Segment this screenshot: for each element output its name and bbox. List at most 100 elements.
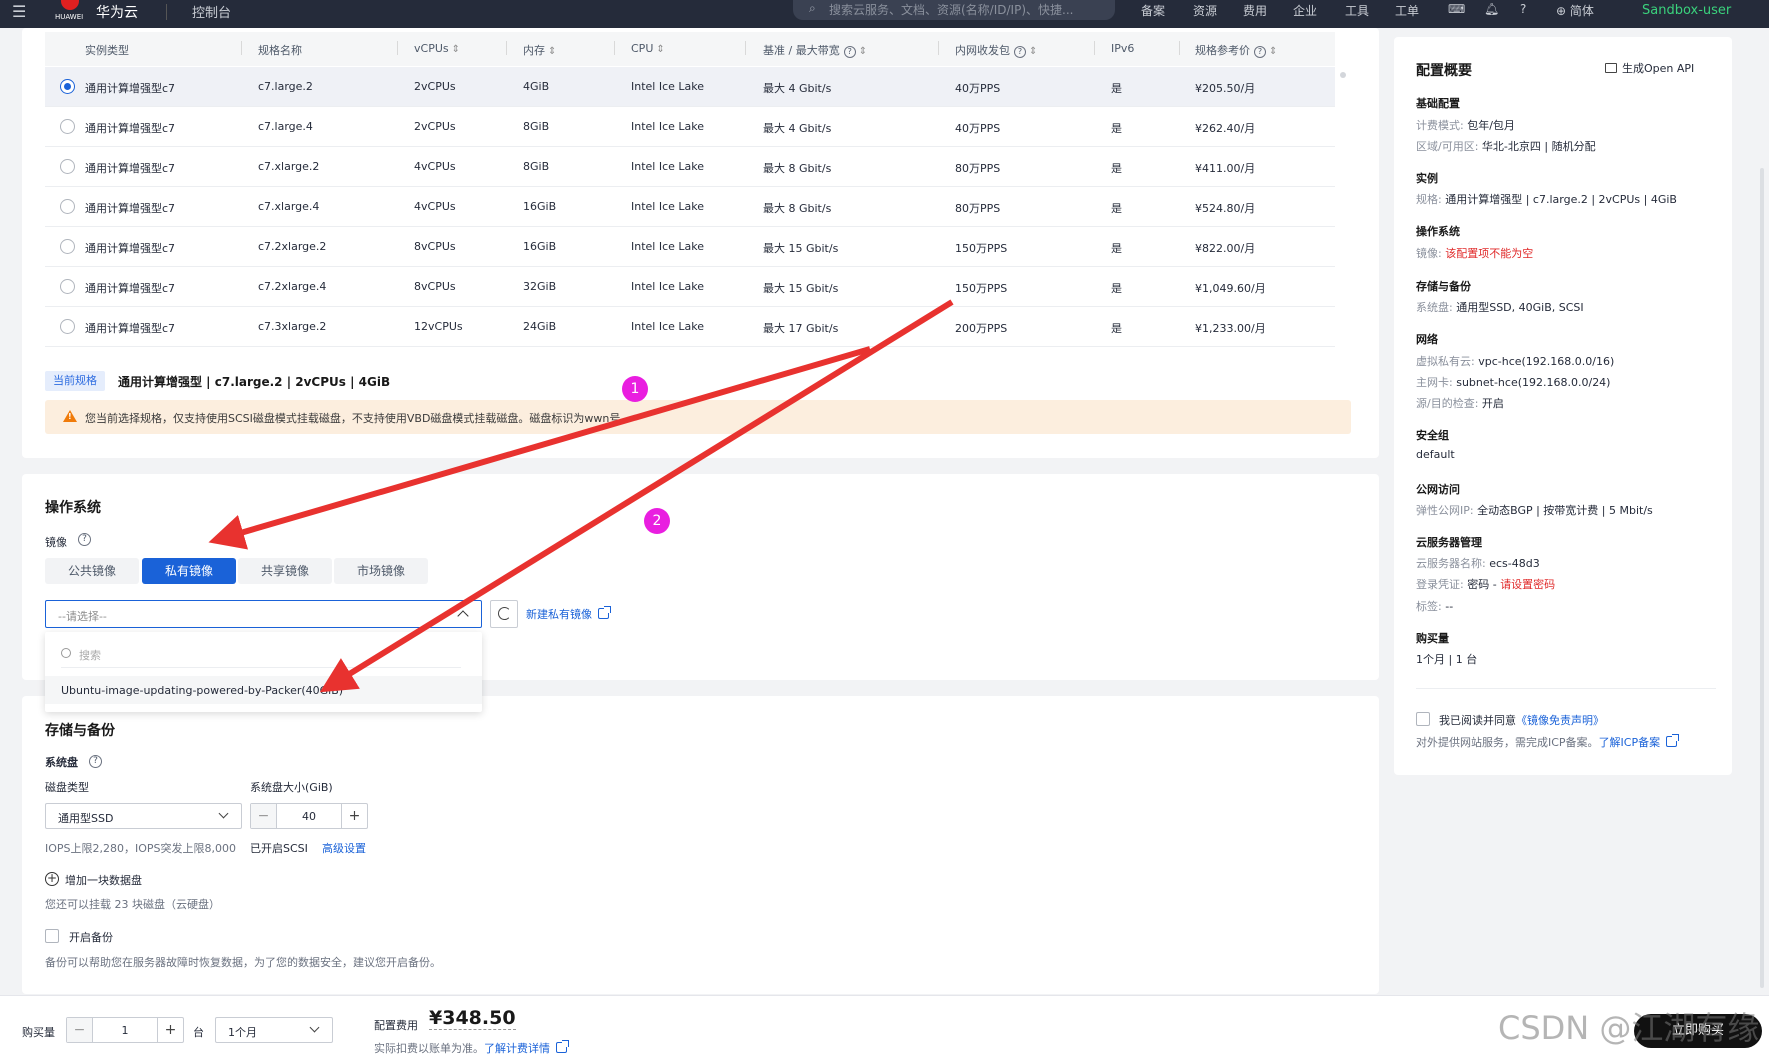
summary-login: 登录凭证: 密码 - 请设置密码 (1416, 578, 1556, 591)
disclaimer-link[interactable]: 《镜像免责声明》 (1516, 714, 1604, 727)
row-radio[interactable] (60, 119, 75, 134)
th-cpu[interactable]: CPU ⇕ (631, 42, 665, 55)
cell-cpu: Intel Ice Lake (631, 320, 705, 333)
agree-checkbox[interactable] (1416, 712, 1430, 726)
billing-details-link[interactable]: 了解计费详情 (484, 1042, 550, 1055)
storage-section-title: 存储与备份 (45, 723, 115, 739)
nav-tickets[interactable]: 工单 (1395, 2, 1419, 19)
nav-beian[interactable]: 备案 (1141, 2, 1165, 19)
th-vcpus[interactable]: vCPUs ⇕ (414, 42, 460, 55)
menu-icon[interactable]: ☰ (12, 2, 26, 21)
current-spec-tag: 当前规格 (45, 371, 105, 391)
bell-icon[interactable]: 🔔︎ (1484, 2, 1499, 16)
cell-mem: 8GiB (523, 120, 550, 133)
row-radio[interactable] (60, 239, 75, 254)
mount-hint: 您还可以挂载 23 块磁盘（云硬盘） (45, 898, 220, 911)
sort-icon: ⇕ (548, 46, 557, 57)
disk-size-label: 系统盘大小(GiB) (250, 781, 333, 794)
image-option[interactable]: Ubuntu-image-updating-powered-by-Packer(… (45, 676, 482, 704)
tab-shared-image[interactable]: 共享镜像 (238, 558, 332, 584)
add-circle-icon[interactable]: + (45, 872, 59, 886)
table-row[interactable]: 通用计算增强型c7 c7.2xlarge.2 8vCPUs 16GiB Intel Ic… (45, 227, 1335, 267)
page-scrollbar[interactable] (1760, 168, 1764, 988)
divider (1416, 688, 1716, 689)
row-radio[interactable] (60, 279, 75, 294)
huawei-logo[interactable]: HUAWEI (52, 0, 88, 28)
cell-bw: 最大 4 Gbit/s (763, 122, 832, 135)
language-switch[interactable]: ⊕ 简体 (1556, 2, 1594, 19)
warning-icon: ! (63, 410, 77, 422)
help-icon[interactable]: ? (89, 755, 102, 768)
summary-spec: 规格: 通用计算增强型 | c7.large.2 | 2vCPUs | 4GiB (1416, 193, 1677, 206)
cell-bw: 最大 8 Gbit/s (763, 202, 832, 215)
advanced-settings-link[interactable]: 高级设置 (322, 840, 366, 856)
table-row[interactable]: 通用计算增强型c7 c7.2xlarge.4 8vCPUs 32GiB Intel Ic… (45, 267, 1335, 307)
current-spec-value: 通用计算增强型 | c7.large.2 | 2vCPUs | 4GiB (118, 375, 391, 389)
table-scrollbar[interactable] (1340, 72, 1346, 78)
increment-button[interactable]: + (341, 804, 367, 828)
th-type: 实例类型 (85, 44, 129, 57)
price-value[interactable]: ¥348.50 (429, 1007, 516, 1030)
refresh-button[interactable] (490, 600, 518, 628)
backup-hint: 备份可以帮助您在服务器故障时恢复数据，为了您的数据安全，建议您开启备份。 (45, 956, 441, 969)
th-price[interactable]: 规格参考价? ⇕ (1195, 42, 1277, 58)
cell-pps: 80万PPS (955, 162, 1001, 175)
cell-name: c7.large.4 (258, 120, 313, 133)
cell-mem: 16GiB (523, 240, 557, 253)
row-radio[interactable] (60, 79, 75, 94)
user-name[interactable]: Sandbox-user (1642, 3, 1731, 18)
table-row[interactable]: 通用计算增强型c7 c7.xlarge.4 4vCPUs 16GiB Intel Ice… (45, 187, 1335, 227)
cell-vcpus: 4vCPUs (414, 200, 456, 213)
tab-public-image[interactable]: 公共镜像 (45, 558, 139, 584)
dropdown-search-input[interactable]: 搜索 (61, 642, 461, 668)
cell-pps: 200万PPS (955, 322, 1008, 335)
cell-pps: 40万PPS (955, 122, 1001, 135)
cell-price: ¥1,049.60/月 (1195, 282, 1266, 295)
help-icon[interactable]: ? (78, 533, 91, 546)
th-pps[interactable]: 内网收发包? ⇕ (955, 42, 1037, 58)
table-row[interactable]: 通用计算增强型c7 c7.large.4 2vCPUs 8GiB Intel Ice L… (45, 107, 1335, 147)
quantity-stepper[interactable]: − 1 + (66, 1017, 184, 1043)
sort-icon: ⇕ (451, 44, 460, 55)
row-radio[interactable] (60, 319, 75, 334)
increment-button[interactable]: + (157, 1018, 183, 1042)
new-private-image-link[interactable]: 新建私有镜像 (526, 606, 611, 622)
help-icon: ? (1014, 46, 1026, 58)
console-link[interactable]: 控制台 (192, 2, 231, 21)
help-icon[interactable]: ? (1520, 2, 1526, 16)
set-password-link[interactable]: 请设置密码 (1500, 578, 1555, 591)
disk-size-stepper[interactable]: − 40 + (250, 803, 368, 829)
table-row[interactable]: 通用计算增强型c7 c7.xlarge.2 4vCPUs 8GiB Intel Ice … (45, 147, 1335, 187)
table-row[interactable]: 通用计算增强型c7 c7.3xlarge.2 12vCPUs 24GiB Intel I… (45, 307, 1335, 347)
backup-label: 开启备份 (69, 931, 113, 944)
brand-name[interactable]: 华为云 (96, 2, 138, 22)
global-search-input[interactable]: ⌕ 搜索云服务、文档、资源(名称/ID/IP)、快捷... (793, 0, 1115, 20)
tab-private-image[interactable]: 私有镜像 (142, 558, 236, 584)
th-mem[interactable]: 内存 ⇕ (523, 42, 556, 58)
disk-type-select[interactable]: 通用型SSD (45, 803, 242, 829)
cell-price: ¥524.80/月 (1195, 202, 1256, 215)
open-api-button[interactable]: 生成Open API (1605, 60, 1694, 76)
nav-tools[interactable]: 工具 (1345, 2, 1369, 19)
summary-vpc: 虚拟私有云: vpc-hce(192.168.0.0/16) (1416, 355, 1615, 368)
row-radio[interactable] (60, 159, 75, 174)
backup-checkbox[interactable] (45, 929, 59, 943)
image-select[interactable]: --请选择-- (45, 600, 482, 628)
nav-billing[interactable]: 费用 (1243, 2, 1267, 19)
spec-table-header: 实例类型 规格名称 vCPUs ⇕ 内存 ⇕ CPU ⇕ 基准 / 最大带宽? ⇕ 内网… (45, 32, 1335, 66)
row-radio[interactable] (60, 199, 75, 214)
cell-cpu: Intel Ice Lake (631, 200, 705, 213)
summary-os-title: 操作系统 (1416, 225, 1460, 238)
add-data-disk-button[interactable]: 增加一块数据盘 (65, 872, 142, 888)
cell-mem: 16GiB (523, 200, 557, 213)
tab-market-image[interactable]: 市场镜像 (334, 558, 428, 584)
th-bandwidth[interactable]: 基准 / 最大带宽? ⇕ (763, 42, 867, 58)
duration-select[interactable]: 1个月 (215, 1017, 333, 1043)
cell-name: c7.2xlarge.4 (258, 280, 327, 293)
nav-enterprise[interactable]: 企业 (1293, 2, 1317, 19)
external-link-icon (598, 606, 611, 619)
nav-resources[interactable]: 资源 (1193, 2, 1217, 19)
terminal-icon[interactable]: ⌨ (1448, 2, 1465, 16)
table-row[interactable]: 通用计算增强型c7 c7.large.2 2vCPUs 4GiB Intel Ice L… (45, 67, 1335, 107)
icp-link[interactable]: 了解ICP备案 (1599, 736, 1661, 749)
